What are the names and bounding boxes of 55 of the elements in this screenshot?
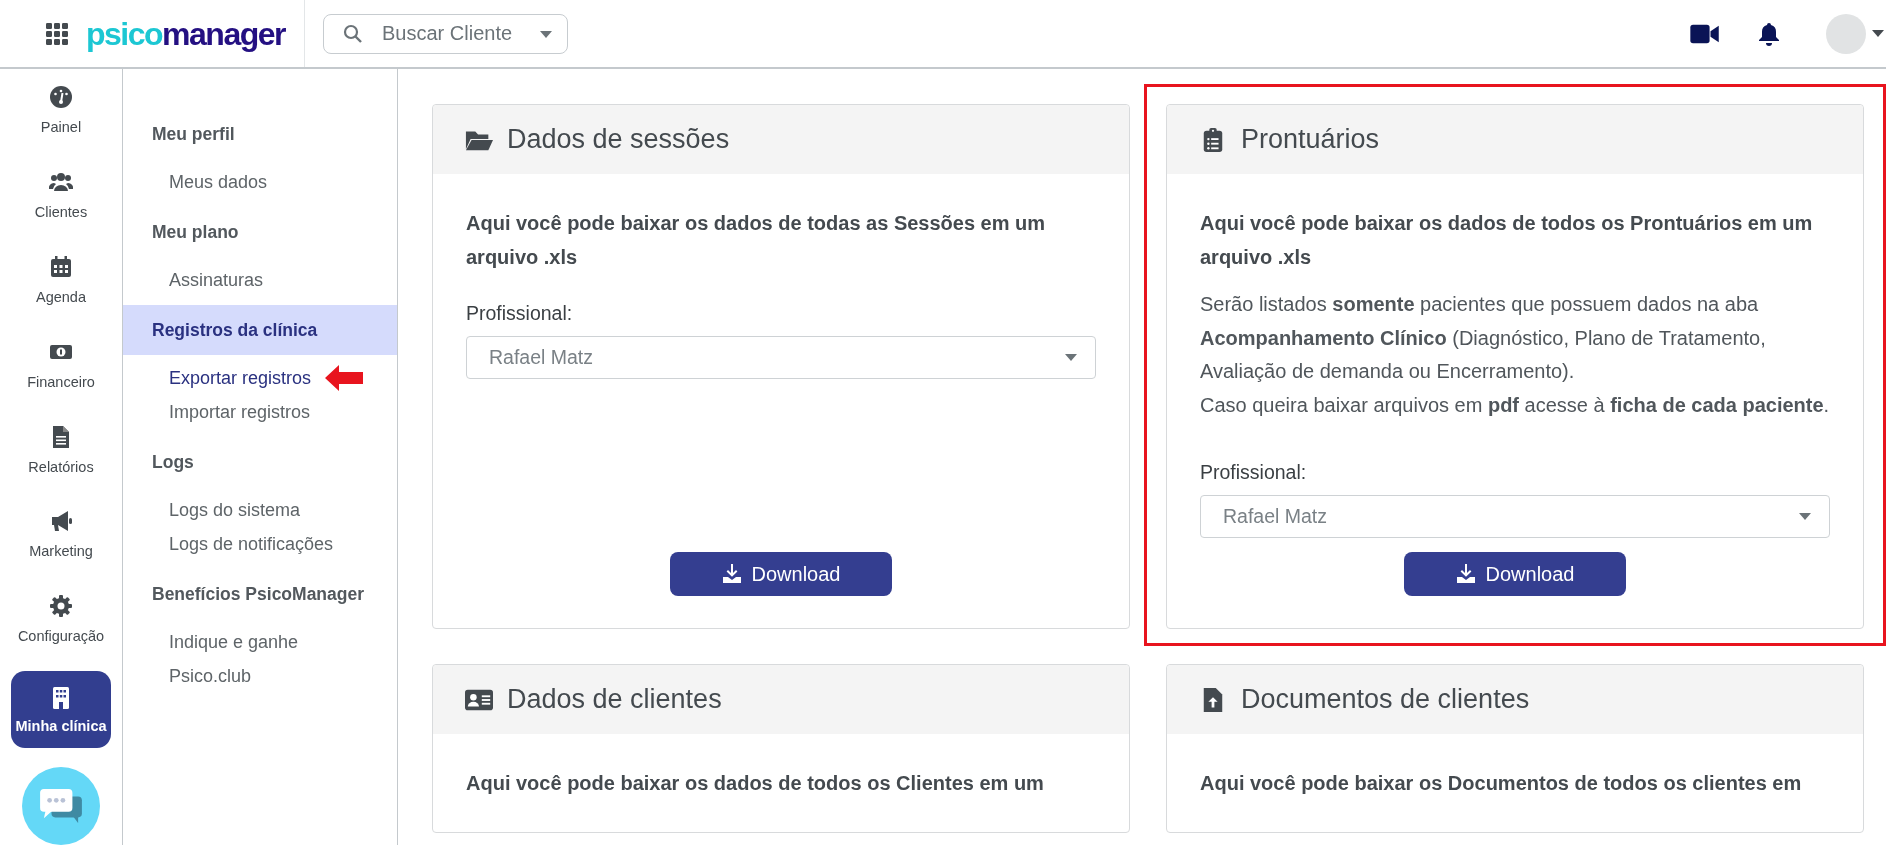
description: Aqui você pode baixar os Documentos de todos os clientes em xyxy=(1200,771,1803,796)
select-field[interactable]: Rafael Matz xyxy=(466,336,1096,379)
bell-icon xyxy=(1758,21,1780,46)
id-card-icon xyxy=(465,687,493,712)
note-text: Serão listados somente pacientes que possuem dados na aba Acompanhamento Clínico (Diagnóstico, Plano de Tratamento, Avaliação de demanda ou Encerramento). xyxy=(1200,292,1767,384)
gauge-icon xyxy=(49,85,73,109)
menu-link[interactable]: Logs do sistema xyxy=(169,499,301,521)
description: Aqui você pode baixar os dados de todas as Sessões em um arquivo .xls xyxy=(466,211,1047,270)
menu-link[interactable]: Exportar registros xyxy=(169,367,312,389)
download-button[interactable]: Download xyxy=(670,552,892,596)
caret-icon xyxy=(1872,30,1884,37)
video-camera-icon xyxy=(1690,22,1720,45)
caret-icon xyxy=(1799,513,1811,520)
note-text: Caso queira baixar arquivos em pdf acesse à ficha de cada paciente. xyxy=(1200,392,1830,418)
select-field[interactable]: Rafael Matz xyxy=(1200,495,1830,538)
download-icon xyxy=(1455,564,1476,584)
nav-item[interactable]: Marketing xyxy=(11,501,111,587)
search-field[interactable]: Buscar Cliente xyxy=(323,13,568,54)
menu-icon xyxy=(46,22,68,45)
menu-link[interactable]: Importar registros xyxy=(169,401,311,423)
section-heading[interactable]: Logs xyxy=(123,437,397,487)
download-button[interactable]: Download xyxy=(1404,552,1626,596)
nav-item[interactable]: Minha clínica xyxy=(11,671,111,748)
description: Aqui você pode baixar os dados de todos os Clientes em um xyxy=(466,771,1045,796)
menu-link[interactable]: Indique e ganhe xyxy=(169,631,299,653)
nav-item[interactable]: Clientes xyxy=(11,161,111,247)
chat-icon xyxy=(38,787,84,825)
section-heading[interactable]: Benefícios PsicoManager xyxy=(123,569,397,619)
caret-icon xyxy=(1065,354,1077,361)
calendar-icon xyxy=(49,254,73,279)
field-label: Profissional: xyxy=(466,301,574,326)
settings-icon xyxy=(49,594,73,619)
download-icon xyxy=(721,564,742,584)
menu-link[interactable]: Assinaturas xyxy=(169,269,264,291)
nav-item[interactable]: Configuração xyxy=(11,586,111,672)
card-title: Dados de sessões xyxy=(507,124,730,155)
card-title: Prontuários xyxy=(1241,124,1380,155)
nav-item[interactable]: Agenda xyxy=(11,246,111,332)
card-title: Documentos de clientes xyxy=(1241,684,1530,715)
logo[interactable]: psicomanager xyxy=(86,17,285,50)
menu-link[interactable]: Psico.club xyxy=(169,665,252,687)
nav-item[interactable]: Painel xyxy=(11,77,111,162)
menu-link[interactable]: Logs de notificações xyxy=(169,533,334,555)
section-heading[interactable]: Meu perfil xyxy=(123,109,397,159)
menu-link[interactable]: Meus dados xyxy=(169,171,268,193)
megaphone-icon xyxy=(49,509,73,534)
card-title: Dados de clientes xyxy=(507,684,722,715)
nav-item[interactable]: Relatórios xyxy=(11,416,111,502)
search-icon xyxy=(343,23,363,44)
nav-item[interactable]: Financeiro xyxy=(11,331,111,417)
description: Aqui você pode baixar os dados de todos os Prontuários em um arquivo .xls xyxy=(1200,211,1814,270)
section-heading[interactable]: Registros da clínica xyxy=(123,305,397,355)
field-label: Profissional: xyxy=(1200,460,1308,485)
section-heading[interactable]: Meu plano xyxy=(123,207,397,257)
caret-icon xyxy=(540,30,552,38)
